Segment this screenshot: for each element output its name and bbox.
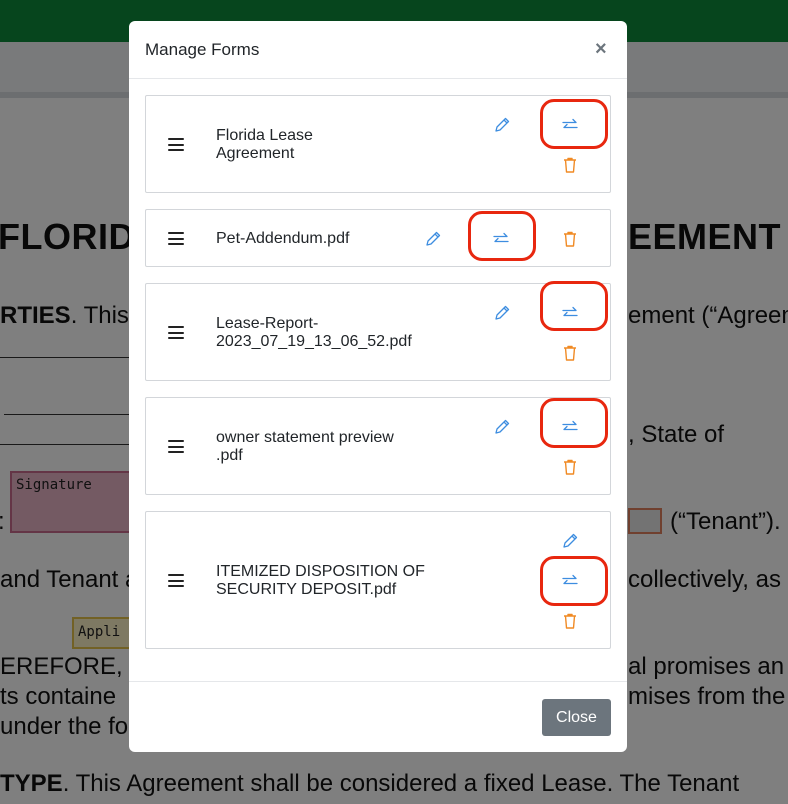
form-card: Pet-Addendum.pdf [145, 209, 611, 267]
form-card: owner statement preview .pdf [145, 397, 611, 495]
drag-handle-icon[interactable] [168, 326, 184, 339]
modal-footer: Close [129, 681, 627, 752]
close-icon[interactable]: × [595, 38, 607, 60]
swap-icon[interactable] [560, 571, 580, 591]
form-name: Lease-Report- 2023_07_19_13_06_52.pdf [216, 315, 412, 350]
manage-forms-modal: Manage Forms × Florida Lease Agreement P… [129, 21, 627, 752]
edit-icon[interactable] [492, 115, 512, 135]
delete-icon[interactable] [560, 611, 580, 631]
edit-icon[interactable] [492, 417, 512, 437]
form-name: Pet-Addendum.pdf [216, 230, 350, 247]
delete-icon[interactable] [560, 457, 580, 477]
drag-handle-icon[interactable] [168, 574, 184, 587]
form-card: ITEMIZED DISPOSITION OF SECURITY DEPOSIT… [145, 511, 611, 649]
delete-icon[interactable] [560, 343, 580, 363]
delete-icon[interactable] [560, 229, 580, 249]
form-name: Florida Lease Agreement [216, 127, 313, 162]
swap-icon[interactable] [560, 303, 580, 323]
form-name: owner statement preview .pdf [216, 429, 394, 464]
modal-header: Manage Forms × [129, 21, 627, 79]
close-button[interactable]: Close [542, 699, 611, 736]
drag-handle-icon[interactable] [168, 440, 184, 453]
form-card: Lease-Report- 2023_07_19_13_06_52.pdf [145, 281, 611, 381]
edit-icon[interactable] [492, 303, 512, 323]
edit-icon[interactable] [423, 229, 443, 249]
delete-icon[interactable] [560, 155, 580, 175]
swap-icon[interactable] [491, 229, 511, 249]
edit-icon[interactable] [560, 531, 580, 551]
swap-icon[interactable] [560, 115, 580, 135]
form-name: ITEMIZED DISPOSITION OF SECURITY DEPOSIT… [216, 563, 425, 598]
drag-handle-icon[interactable] [168, 138, 184, 151]
swap-icon[interactable] [560, 417, 580, 437]
form-card: Florida Lease Agreement [145, 95, 611, 193]
drag-handle-icon[interactable] [168, 232, 184, 245]
modal-title: Manage Forms [145, 40, 260, 59]
